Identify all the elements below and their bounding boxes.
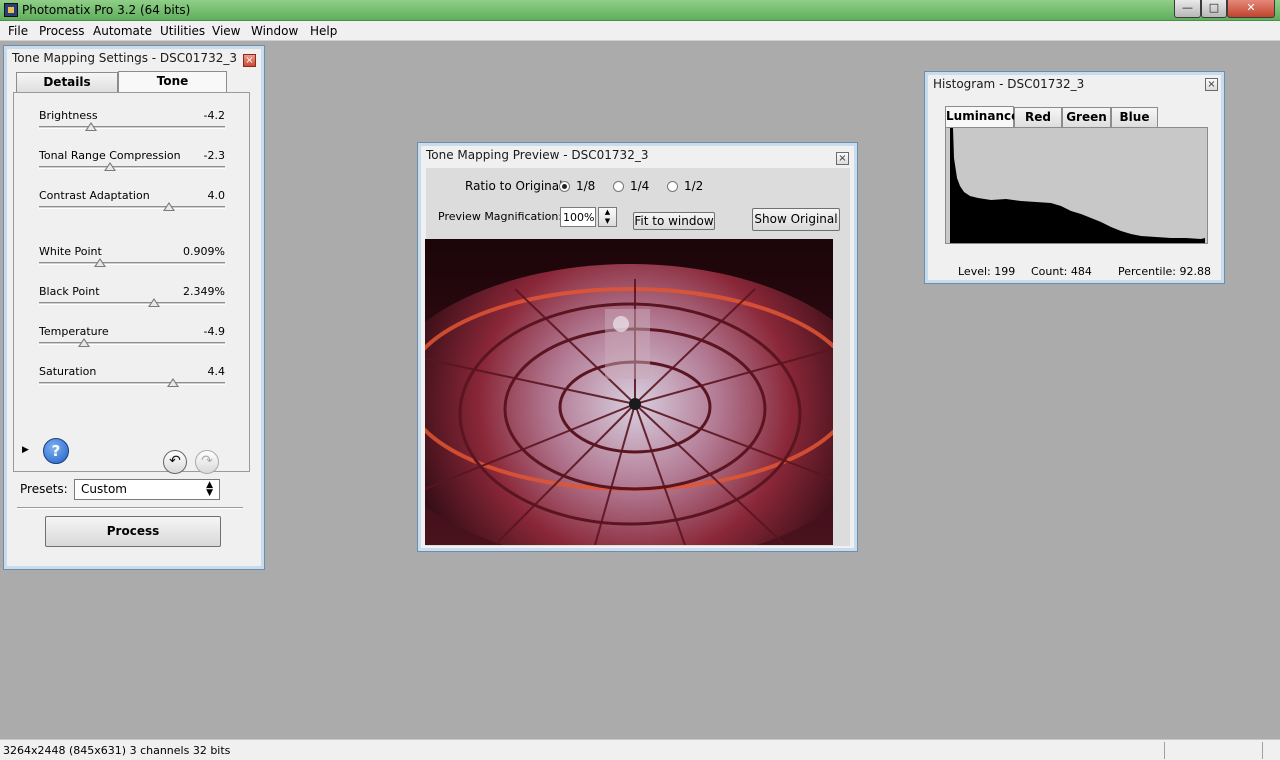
- magnification-label: Preview Magnification:: [438, 210, 563, 223]
- fit-to-window-button[interactable]: Fit to window: [633, 212, 715, 230]
- temperature-slider[interactable]: Temperature -4.9: [39, 325, 225, 359]
- histogram-panel: Histogram - DSC01732_3 × Luminance Red G…: [924, 71, 1225, 284]
- menu-automate[interactable]: Automate: [93, 24, 152, 38]
- brightness-slider[interactable]: Brightness -4.2: [39, 109, 225, 143]
- slider-value: -4.2: [203, 109, 225, 122]
- slider-track[interactable]: [39, 262, 225, 265]
- slider-label: Contrast Adaptation: [39, 189, 150, 202]
- tonal-range-compression-slider[interactable]: Tonal Range Compression -2.3: [39, 149, 225, 183]
- slider-value: 0.909%: [183, 245, 225, 258]
- undo-icon[interactable]: ↶: [163, 450, 187, 474]
- slider-thumb[interactable]: [148, 298, 161, 307]
- presets-select[interactable]: Custom ▲ ▼: [74, 479, 220, 500]
- magnification-spinner-icon[interactable]: ▲ ▼: [598, 207, 617, 227]
- tone-compressor-sliders: Brightness -4.2 Tonal Range Compression …: [13, 92, 250, 472]
- slider-thumb[interactable]: [166, 378, 179, 387]
- slider-value: -2.3: [203, 149, 225, 162]
- ratio-radio-1-8[interactable]: [559, 181, 570, 192]
- slider-label: Tonal Range Compression: [39, 149, 181, 162]
- maximize-button[interactable]: □: [1201, 0, 1227, 18]
- slider-value: 4.0: [207, 189, 226, 202]
- ratio-radio-1-2[interactable]: [667, 181, 678, 192]
- tone-mapping-settings-panel: Tone Mapping Settings - DSC01732_3 × Det…: [3, 45, 265, 570]
- help-icon[interactable]: ?: [43, 438, 69, 464]
- status-text: 3264x2448 (845x631) 3 channels 32 bits: [3, 744, 231, 757]
- tab-red[interactable]: Red: [1014, 107, 1062, 127]
- slider-thumb[interactable]: [94, 258, 107, 267]
- slider-thumb[interactable]: [103, 162, 116, 171]
- ratio-option-label: 1/2: [684, 179, 704, 193]
- expand-arrow-icon[interactable]: ▶: [22, 445, 29, 455]
- menu-file[interactable]: File: [8, 24, 28, 38]
- histogram-close-icon[interactable]: ×: [1205, 78, 1218, 91]
- slider-track[interactable]: [39, 302, 225, 305]
- menu-window[interactable]: Window: [251, 24, 298, 38]
- redo-icon[interactable]: ↷: [195, 450, 219, 474]
- tab-details-enhancer[interactable]: Details Enhancer: [16, 72, 118, 107]
- slider-label: Temperature: [39, 325, 109, 338]
- close-button[interactable]: ✕: [1227, 0, 1275, 18]
- slider-label: Black Point: [39, 285, 100, 298]
- presets-value: Custom: [81, 482, 127, 496]
- slider-thumb[interactable]: [163, 202, 176, 211]
- ratio-label: Ratio to Original:: [465, 179, 567, 193]
- magnification-input[interactable]: 100%: [560, 207, 596, 227]
- histogram-plot[interactable]: [945, 127, 1208, 244]
- slider-track[interactable]: [39, 342, 225, 345]
- slider-track[interactable]: [39, 382, 225, 385]
- preview-image-graphic: [425, 239, 833, 545]
- preview-panel-title: Tone Mapping Preview - DSC01732_3: [426, 148, 649, 162]
- tab-blue[interactable]: Blue: [1111, 107, 1158, 127]
- tab-green[interactable]: Green: [1062, 107, 1111, 127]
- histogram-percentile: Percentile: 92.88: [1118, 265, 1211, 278]
- histogram-count: Count: 484: [1031, 265, 1092, 278]
- slider-label: White Point: [39, 245, 102, 258]
- saturation-slider[interactable]: Saturation 4.4: [39, 365, 225, 399]
- menu-view[interactable]: View: [212, 24, 240, 38]
- settings-panel-title: Tone Mapping Settings - DSC01732_3: [12, 51, 237, 65]
- histogram-level: Level: 199: [958, 265, 1016, 278]
- status-bar: 3264x2448 (845x631) 3 channels 32 bits: [0, 739, 1280, 760]
- ratio-option-label: 1/4: [630, 179, 650, 193]
- minimize-button[interactable]: —: [1174, 0, 1201, 18]
- slider-track[interactable]: [39, 166, 225, 169]
- histogram-panel-title: Histogram - DSC01732_3: [933, 77, 1085, 91]
- window-title: Photomatix Pro 3.2 (64 bits): [22, 3, 191, 17]
- ratio-radio-1-4[interactable]: [613, 181, 624, 192]
- divider: [17, 507, 243, 509]
- contrast-adaptation-slider[interactable]: Contrast Adaptation 4.0: [39, 189, 225, 223]
- status-separator: [1262, 742, 1263, 759]
- slider-thumb[interactable]: [77, 338, 90, 347]
- slider-value: -4.9: [203, 325, 225, 338]
- histogram-graphic: [950, 128, 1205, 243]
- slider-label: Brightness: [39, 109, 98, 122]
- process-button[interactable]: Process: [45, 516, 221, 547]
- settings-close-icon[interactable]: ×: [243, 54, 256, 67]
- app-icon: [4, 3, 18, 17]
- menu-utilities[interactable]: Utilities: [160, 24, 205, 38]
- tab-luminance[interactable]: Luminance: [945, 106, 1019, 128]
- menu-help[interactable]: Help: [310, 24, 337, 38]
- slider-value: 4.4: [207, 365, 226, 378]
- slider-value: 2.349%: [183, 285, 225, 298]
- updown-arrow-icon: ▲ ▼: [206, 480, 213, 498]
- title-bar: Photomatix Pro 3.2 (64 bits) — □ ✕: [0, 0, 1280, 21]
- preview-close-icon[interactable]: ×: [836, 152, 849, 165]
- tab-tone-compressor[interactable]: Tone Compressor: [118, 71, 227, 106]
- slider-thumb[interactable]: [85, 122, 98, 131]
- status-separator: [1164, 742, 1165, 759]
- black-point-slider[interactable]: Black Point 2.349%: [39, 285, 225, 319]
- ratio-option-label: 1/8: [576, 179, 596, 193]
- presets-label: Presets:: [20, 482, 68, 496]
- menu-bar: File Process Automate Utilities View Win…: [0, 21, 1280, 41]
- menu-process[interactable]: Process: [39, 24, 85, 38]
- show-original-button[interactable]: Show Original: [752, 208, 840, 231]
- slider-label: Saturation: [39, 365, 97, 378]
- preview-image[interactable]: [425, 239, 833, 545]
- slider-track[interactable]: [39, 206, 225, 209]
- slider-track[interactable]: [39, 126, 225, 129]
- white-point-slider[interactable]: White Point 0.909%: [39, 245, 225, 279]
